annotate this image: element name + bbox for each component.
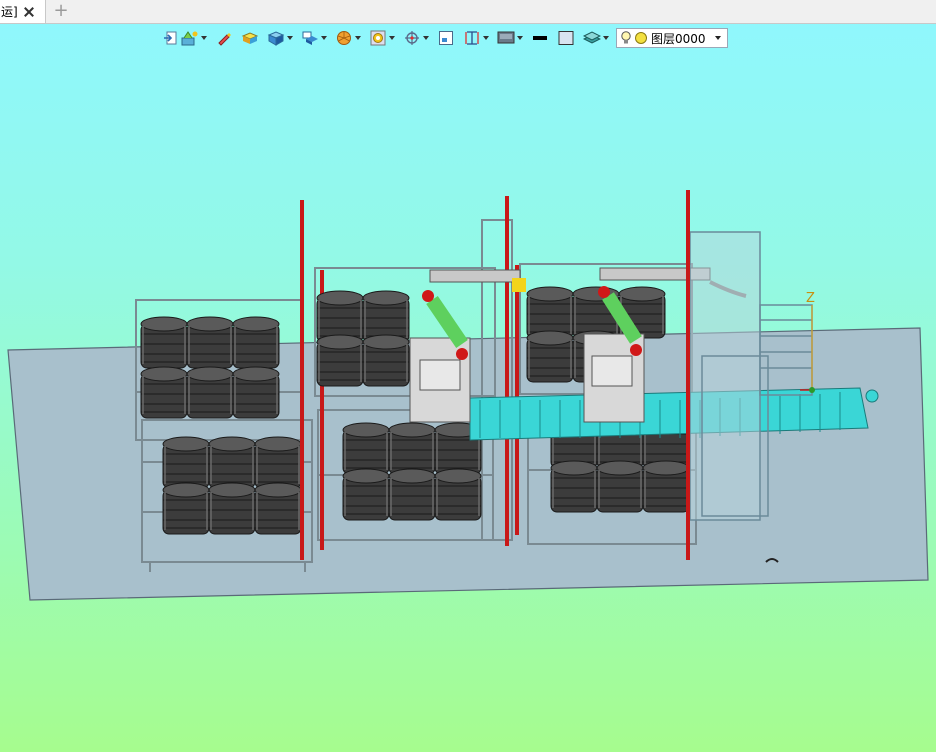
document-tab[interactable]: 运] bbox=[0, 0, 46, 23]
tab-bar: 运] + bbox=[0, 0, 936, 24]
tab-title: 运] bbox=[1, 5, 18, 19]
axis-label: Z bbox=[806, 291, 815, 306]
3d-viewport[interactable]: Z bbox=[0, 24, 936, 752]
right-post bbox=[686, 190, 690, 560]
close-icon[interactable] bbox=[23, 6, 35, 18]
plus-icon[interactable]: + bbox=[52, 2, 70, 20]
